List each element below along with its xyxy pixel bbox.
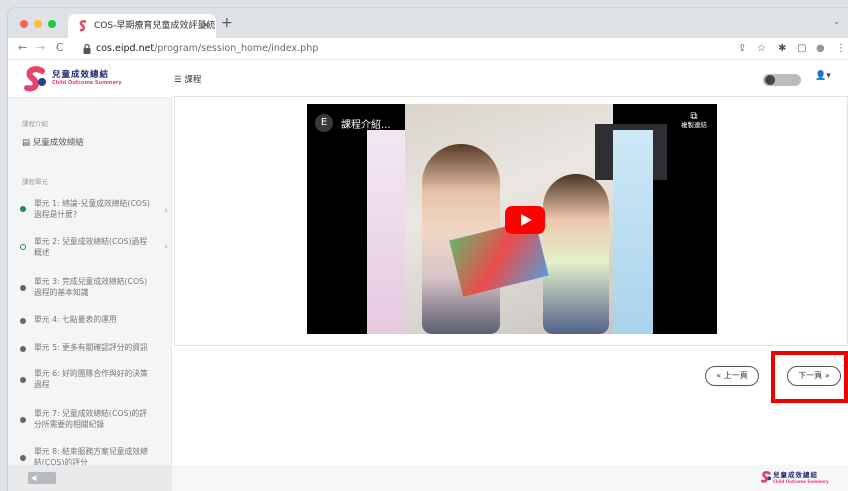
footer-logo-text-cn: 兒童成效總結 — [773, 471, 818, 479]
back-icon[interactable]: ← — [18, 41, 27, 55]
side-panel-icon[interactable]: ▢ — [797, 42, 806, 56]
logo-mark-icon — [24, 66, 46, 92]
bookmark-star-icon[interactable]: ☆ — [757, 42, 766, 56]
video-title[interactable]: 課程介紹... — [341, 116, 391, 131]
logo-text-en: Child Outcome Summary — [52, 80, 122, 86]
sidebar-unit-4[interactable]: 單元 4: 七點量表的運用 — [18, 314, 170, 326]
browser-window: COS-早期療育兒童成效評量統... × + ⌄ ← → C cos.eipd.… — [8, 8, 848, 491]
logo-text-cn: 兒童成效總結 — [52, 70, 110, 80]
toggle-knob — [765, 75, 775, 85]
lock-icon — [83, 43, 91, 54]
unit-label: 單元 5: 更多有關確認評分的資訊 — [34, 343, 148, 352]
browser-menu-icon[interactable]: ⋮ — [836, 42, 846, 56]
prev-page-button[interactable]: « 上一頁 — [705, 366, 759, 386]
copy-icon: ⧉ — [690, 111, 698, 122]
unit-done-icon — [20, 206, 26, 212]
tab-strip: COS-早期療育兒童成效評量統... × + ⌄ — [8, 8, 848, 38]
share-icon[interactable]: ⇪ — [738, 42, 746, 56]
footer-logo-text-en: Child Outcome Summary — [773, 479, 829, 484]
sidebar-unit-2[interactable]: 單元 2: 兒童成效總結(COS)過程概述 › — [18, 236, 170, 260]
course-menu-button[interactable]: ☰ 課程 — [174, 73, 201, 85]
sidebar-course-label: 兒童成效總結 — [32, 138, 84, 148]
maximize-window-dot[interactable] — [48, 20, 56, 28]
extensions-icon[interactable]: ✱ — [778, 42, 786, 56]
unit-label: 單元 3: 完成兒童成效總結(COS)過程的基本知識 — [34, 277, 148, 297]
site-favicon-icon — [79, 20, 87, 32]
sidebar-section-units: 課程單元 — [22, 178, 48, 186]
highlight-box — [771, 351, 848, 403]
video-right-panel — [613, 130, 653, 334]
browser-toolbar: ← → C cos.eipd.net/program/session_home/… — [8, 38, 848, 60]
sidebar: 課程介紹 ▤ 兒童成效總結 課程單元 單元 1: 總論-兒童成效總結(COS)過… — [8, 98, 172, 491]
sidebar-item-course[interactable]: ▤ 兒童成效總結 — [22, 136, 84, 148]
mode-toggle[interactable] — [763, 74, 801, 86]
user-menu-icon[interactable]: 👤▾ — [815, 71, 831, 81]
channel-avatar[interactable]: E — [315, 114, 333, 132]
sidebar-unit-1[interactable]: 單元 1: 總論-兒童成效總結(COS)過程是什麼? › — [18, 198, 170, 222]
footer-logo-mark-icon — [760, 471, 772, 483]
play-icon[interactable] — [505, 206, 545, 234]
profile-icon[interactable]: ● — [816, 42, 825, 56]
unit-bullet-icon — [20, 346, 26, 352]
unit-bullet-icon — [20, 285, 26, 291]
unit-bullet-icon — [20, 455, 26, 461]
tab-title: COS-早期療育兒童成效評量統... — [94, 21, 216, 31]
minimize-window-dot[interactable] — [34, 20, 42, 28]
unit-label: 單元 7: 兒童成效總結(COS)的評分所需要的相關紀錄 — [34, 409, 148, 429]
child-figure-right — [543, 174, 609, 334]
unit-bullet-icon — [20, 417, 26, 423]
sidebar-section-intro: 課程介紹 — [22, 120, 48, 128]
forward-icon[interactable]: → — [36, 41, 45, 55]
chevron-right-icon: › — [164, 242, 168, 252]
address-bar[interactable]: cos.eipd.net/program/session_home/index.… — [96, 42, 318, 56]
chevron-right-icon: › — [164, 206, 168, 216]
url-path: /program/session_home/index.php — [154, 43, 319, 54]
sidebar-footer: ◀ — [8, 465, 172, 491]
new-tab-button[interactable]: + — [221, 16, 233, 30]
sidebar-unit-3[interactable]: 單元 3: 完成兒童成效總結(COS)過程的基本知識 — [18, 276, 170, 300]
copy-link-button[interactable]: ⧉ 複製連結 — [679, 112, 709, 130]
copy-link-label: 複製連結 — [681, 121, 707, 129]
tab-close-icon[interactable]: × — [202, 14, 210, 38]
sidebar-unit-5[interactable]: 單元 5: 更多有關確認評分的資訊 — [18, 342, 170, 354]
unit-label: 單元 4: 七點量表的運用 — [34, 315, 117, 324]
unit-current-icon — [20, 244, 26, 250]
unit-label: 單元 2: 兒童成效總結(COS)過程概述 — [34, 237, 148, 257]
reload-icon[interactable]: C — [56, 41, 64, 55]
close-window-dot[interactable] — [20, 20, 28, 28]
collapse-sidebar-button[interactable]: ◀ — [28, 472, 56, 484]
unit-bullet-icon — [20, 377, 26, 383]
page-footer — [172, 465, 848, 491]
tab-list-chevron-icon[interactable]: ⌄ — [833, 17, 840, 26]
unit-label: 單元 6: 好的團隊合作與好的決策過程 — [34, 369, 148, 389]
browser-tab[interactable]: COS-早期療育兒童成效評量統... × — [68, 14, 216, 38]
video-player[interactable]: E 課程介紹... ⧉ 複製連結 — [307, 104, 717, 334]
unit-label: 單元 1: 總論-兒童成效總結(COS)過程是什麼? — [34, 199, 150, 219]
video-left-panel — [367, 130, 407, 334]
unit-bullet-icon — [20, 318, 26, 324]
sidebar-unit-7[interactable]: 單元 7: 兒童成效總結(COS)的評分所需要的相關紀錄 — [18, 408, 170, 432]
sidebar-unit-6[interactable]: 單元 6: 好的團隊合作與好的決策過程 — [18, 368, 170, 392]
app-header: 兒童成效總結 Child Outcome Summary ☰ 課程 👤▾ — [8, 60, 848, 98]
url-host: cos.eipd.net — [96, 43, 155, 54]
